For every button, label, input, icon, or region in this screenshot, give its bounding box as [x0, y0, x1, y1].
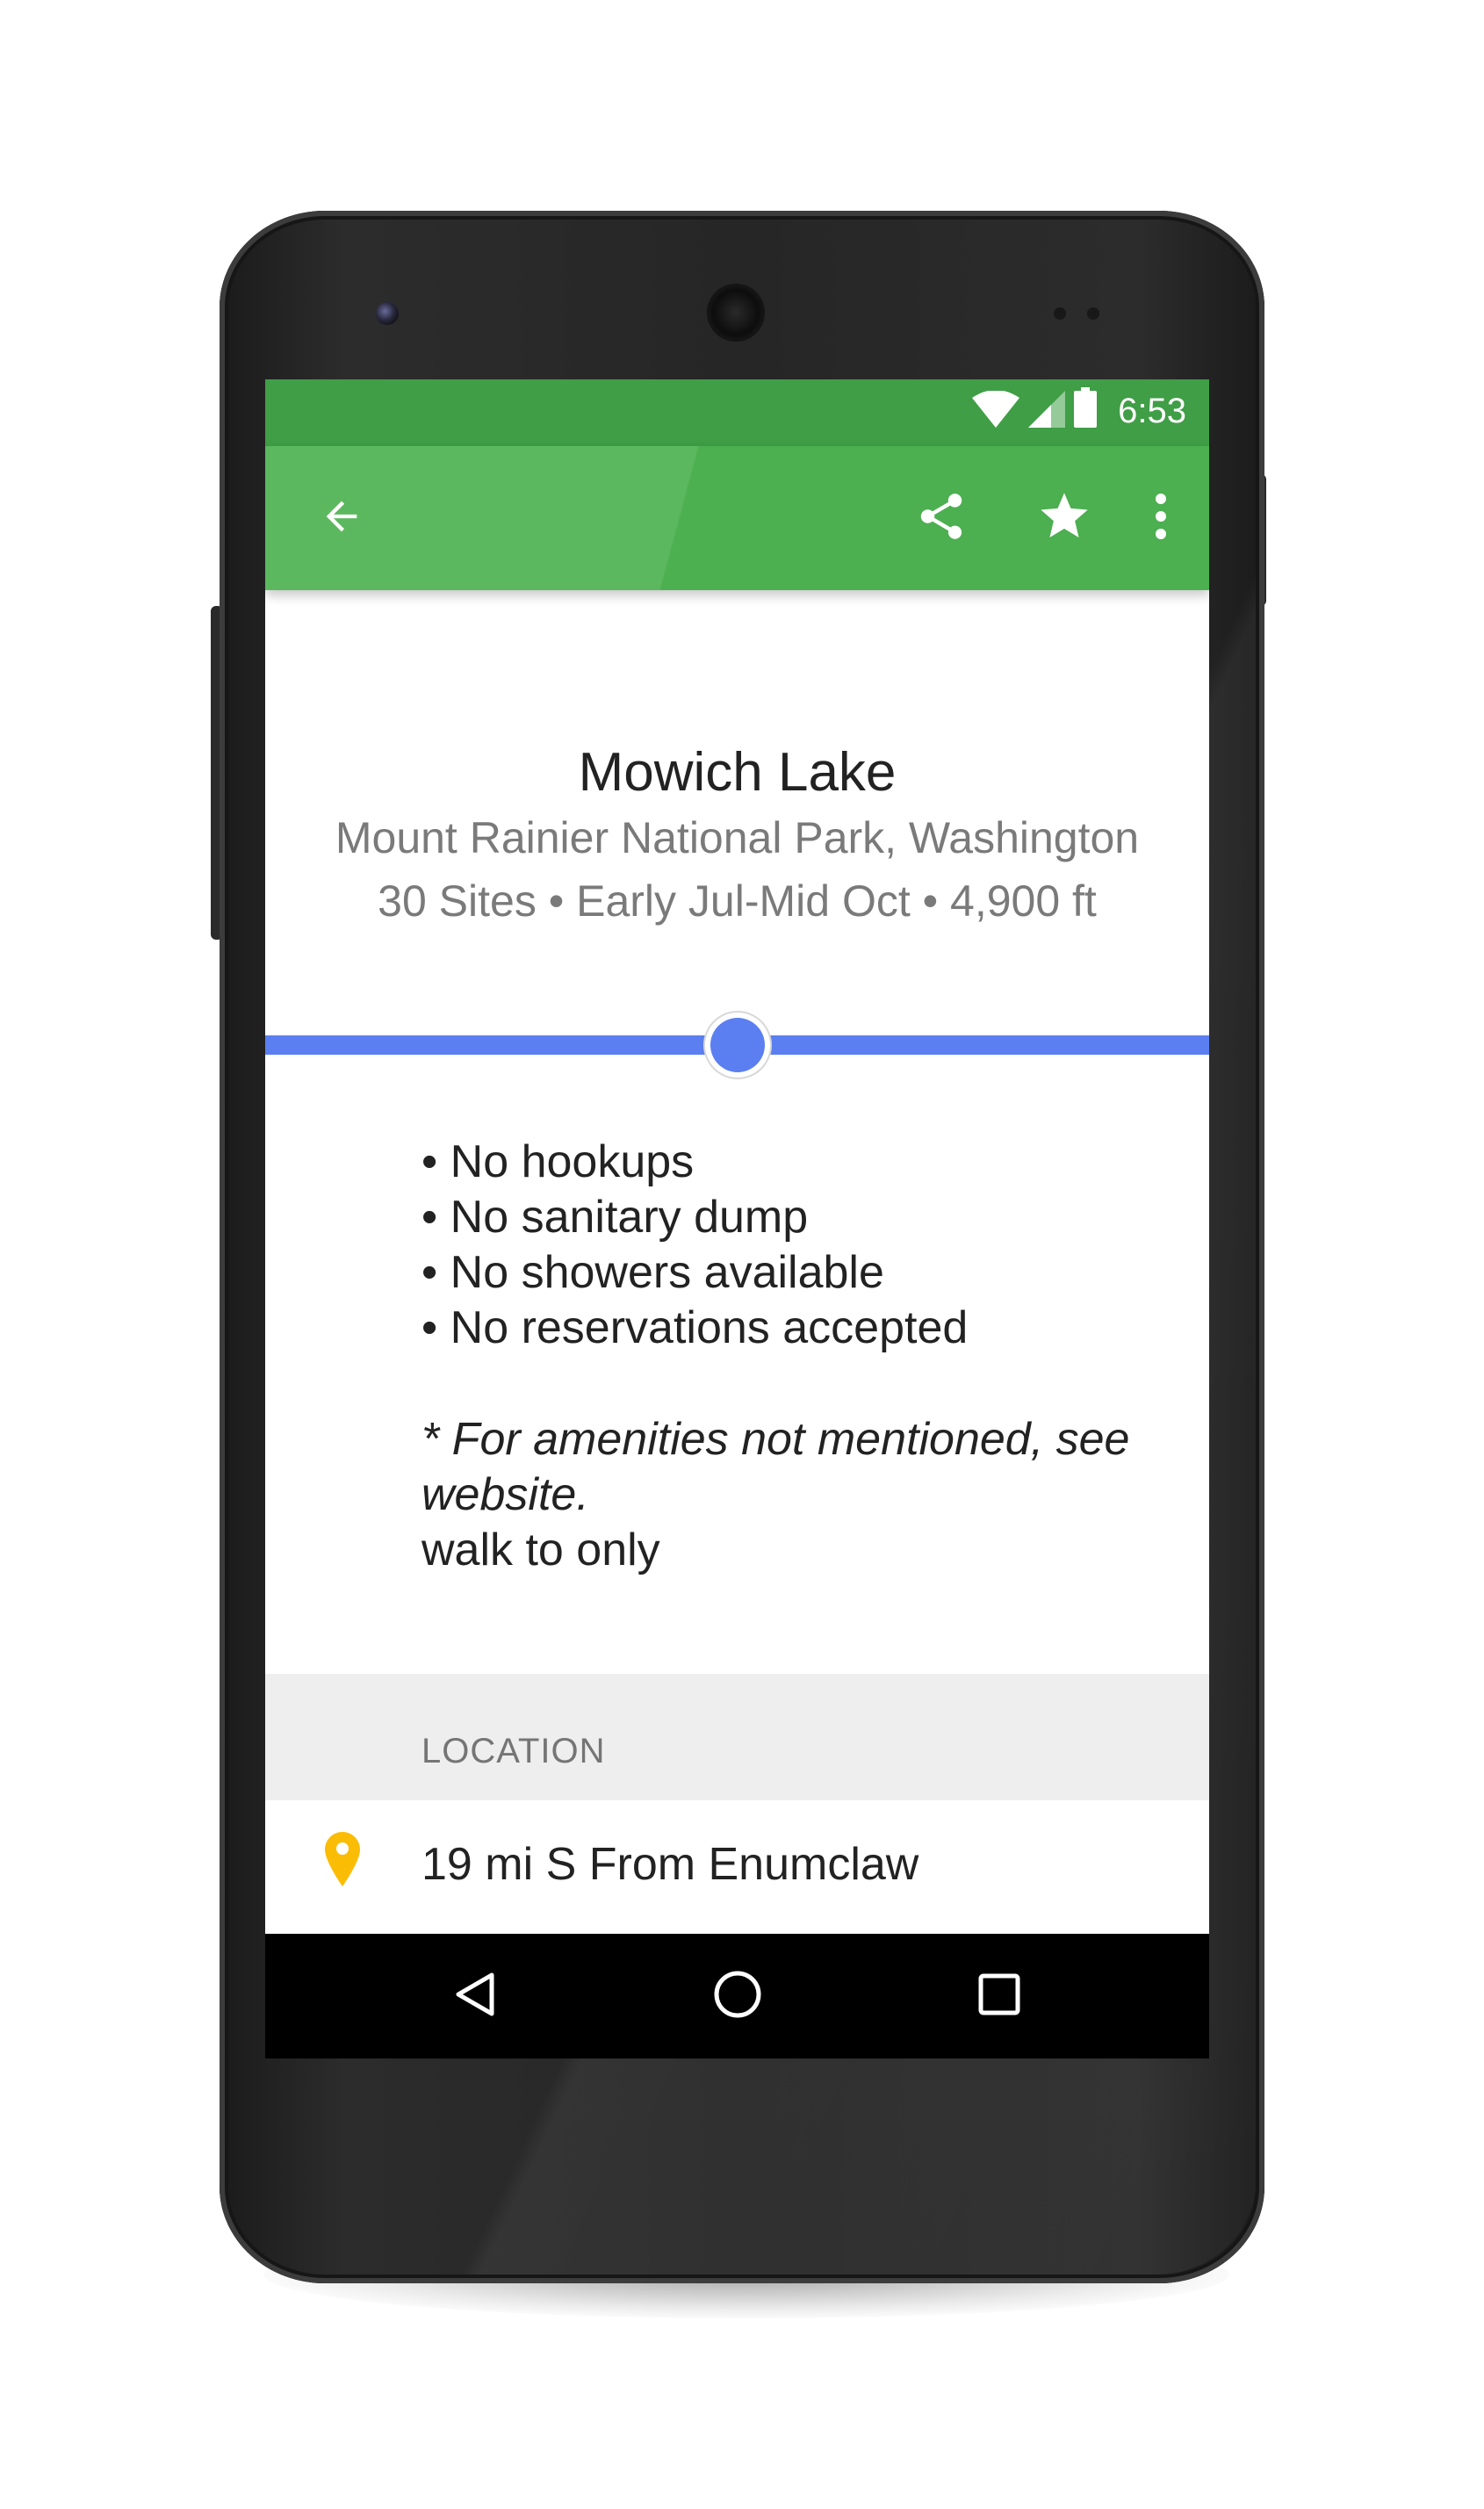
battery-icon	[1074, 387, 1097, 432]
campground-header: Mowich Lake Mount Rainier National Park,…	[265, 739, 1209, 933]
amenity-item: • No hookups	[421, 1136, 695, 1187]
wifi-icon	[972, 390, 1019, 432]
status-time: 6:53	[1118, 392, 1186, 430]
overflow-menu-button[interactable]	[1126, 446, 1196, 590]
home-circle-icon	[712, 1969, 763, 2024]
amenity-item: • No showers available	[421, 1247, 884, 1298]
front-camera	[376, 302, 399, 325]
more-vert-icon	[1155, 493, 1167, 544]
nav-back-button[interactable]	[423, 1934, 529, 2058]
earpiece-speaker	[710, 286, 762, 339]
nav-recents-button[interactable]	[947, 1934, 1052, 2058]
star-icon	[1036, 488, 1092, 549]
cell-signal-icon	[1028, 391, 1065, 432]
location-pin-icon	[325, 1832, 360, 1891]
back-arrow-icon	[319, 494, 364, 544]
location-text: 19 mi S From Enumclaw	[421, 1839, 919, 1890]
navigation-bar	[265, 1934, 1209, 2058]
amenities-list: • No hookups • No sanitary dump • No sho…	[421, 1135, 1177, 1356]
app-bar	[265, 446, 1209, 590]
location-row[interactable]: 19 mi S From Enumclaw	[265, 1832, 1209, 1911]
status-bar: 6:53	[265, 379, 1209, 446]
section-label-location: LOCATION	[421, 1732, 606, 1770]
status-icons	[972, 387, 1097, 432]
nav-home-button[interactable]	[685, 1934, 790, 2058]
share-button[interactable]	[897, 446, 985, 590]
amenity-item: • No sanitary dump	[421, 1192, 809, 1243]
proximity-sensor	[1054, 307, 1066, 320]
location-section-header: LOCATION	[265, 1674, 1209, 1800]
light-sensor	[1087, 307, 1099, 320]
campground-name: Mowich Lake	[578, 742, 897, 803]
access-text: walk to only	[421, 1525, 660, 1575]
screen: 6:53 Mowich Lake Mount Rainier National …	[265, 379, 1209, 2058]
recents-square-icon	[977, 1972, 1021, 2021]
back-button[interactable]	[302, 446, 381, 590]
back-triangle-icon	[451, 1970, 501, 2023]
favorite-button[interactable]	[1020, 446, 1108, 590]
amenity-item: • No reservations accepted	[421, 1302, 969, 1353]
share-icon	[914, 489, 969, 548]
campground-details: 30 Sites • Early Jul-Mid Oct • 4,900 ft	[378, 876, 1097, 926]
amenities-note: * For amenities not mentioned, see websi…	[421, 1414, 1130, 1520]
park-name: Mount Rainier National Park, Washington	[335, 813, 1140, 862]
slider-thumb[interactable]	[710, 1018, 765, 1072]
